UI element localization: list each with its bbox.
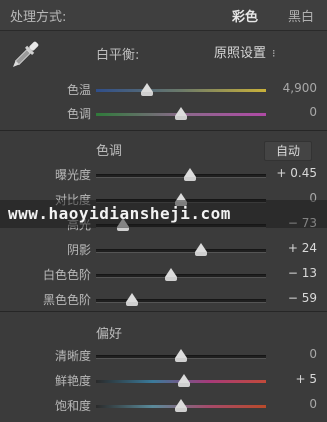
temp-slider-track[interactable] <box>96 89 266 92</box>
temp-label: 色温 <box>66 83 91 97</box>
slider-row: 阴影 + 24 <box>0 239 327 261</box>
bw-mode-button[interactable]: 黑白 <box>288 6 314 25</box>
basic-panel: 处理方式: 彩色 黑白 白平衡: 原照设置 ⁝ 色温 4,900 色调 0 色调 … <box>0 0 327 422</box>
slider-value[interactable]: + 5 <box>295 372 317 386</box>
temp-slider-thumb[interactable] <box>141 83 153 96</box>
slider-value[interactable]: 0 <box>309 347 317 361</box>
slider-label: 曝光度 <box>54 168 91 182</box>
slider-thumb[interactable] <box>164 268 177 281</box>
temp-slider-row: 色温 4,900 <box>0 79 327 101</box>
slider-track[interactable] <box>96 274 266 278</box>
slider-thumb[interactable] <box>175 349 187 362</box>
slider-row: 清晰度 0 <box>0 345 327 367</box>
watermark-band: www.haoyidiansheji.com <box>0 200 327 228</box>
white-balance-title: 白平衡: <box>96 48 140 63</box>
tint-label: 色调 <box>66 107 91 121</box>
treatment-bar: 处理方式: 彩色 黑白 <box>0 0 327 31</box>
white-balance-preset-dropdown[interactable]: 原照设置 ⁝ <box>214 42 276 61</box>
slider-thumb[interactable] <box>195 243 208 256</box>
treatment-label: 处理方式: <box>10 10 67 25</box>
slider-thumb[interactable] <box>183 168 196 181</box>
tone-title: 色调 <box>96 144 123 159</box>
slider-row: 白色色阶 − 13 <box>0 264 327 286</box>
slider-value[interactable]: − 59 <box>288 291 317 305</box>
tint-slider-row: 色调 0 <box>0 103 327 125</box>
slider-row: 鲜艳度 + 5 <box>0 370 327 392</box>
tint-value[interactable]: 0 <box>309 105 317 119</box>
slider-thumb[interactable] <box>178 374 191 387</box>
slider-label: 饱和度 <box>54 399 91 413</box>
slider-value[interactable]: + 0.45 <box>276 166 317 180</box>
tint-slider-thumb[interactable] <box>175 107 187 120</box>
slider-track[interactable] <box>96 174 266 178</box>
slider-label: 鲜艳度 <box>54 374 91 388</box>
color-mode-button[interactable]: 彩色 <box>232 6 258 25</box>
eyedropper-icon[interactable] <box>8 36 42 74</box>
slider-label: 白色色阶 <box>42 268 91 282</box>
white-balance-preset-value: 原照设置 <box>214 46 267 61</box>
chevron-updown-icon: ⁝ <box>272 47 276 60</box>
slider-thumb[interactable] <box>175 399 187 412</box>
slider-track[interactable] <box>96 249 266 253</box>
slider-row: 曝光度 + 0.45 <box>0 164 327 186</box>
slider-value[interactable]: + 24 <box>288 241 317 255</box>
slider-label: 清晰度 <box>54 349 91 363</box>
slider-label: 阴影 <box>66 243 91 257</box>
slider-row: 饱和度 0 <box>0 395 327 417</box>
slider-value[interactable]: − 13 <box>288 266 317 280</box>
temp-value[interactable]: 4,900 <box>283 81 317 95</box>
slider-track[interactable] <box>96 299 266 303</box>
watermark-text: www.haoyidiansheji.com <box>8 204 231 223</box>
slider-row: 黑色色阶 − 59 <box>0 289 327 311</box>
slider-label: 黑色色阶 <box>42 293 91 307</box>
slider-value[interactable]: 0 <box>309 397 317 411</box>
slider-thumb[interactable] <box>125 293 138 306</box>
presence-title: 偏好 <box>96 327 123 342</box>
auto-tone-button[interactable]: 自动 <box>264 141 312 161</box>
